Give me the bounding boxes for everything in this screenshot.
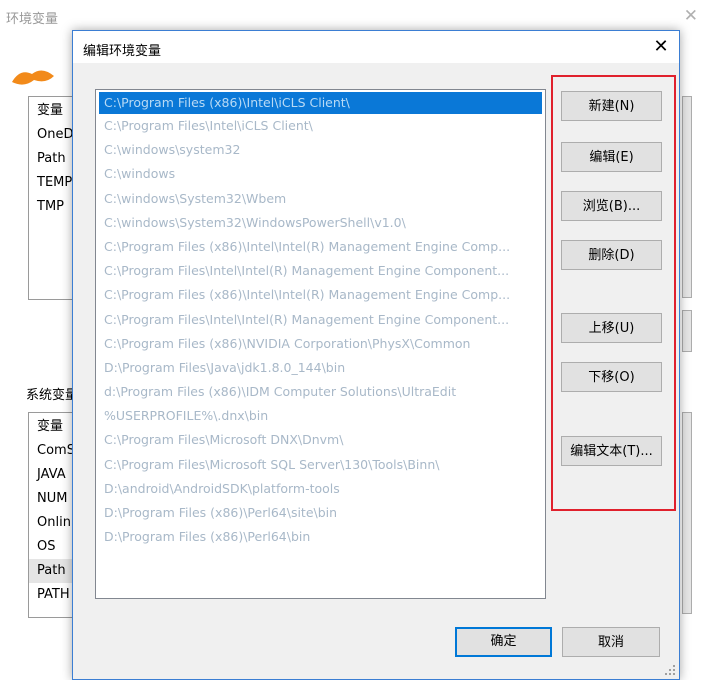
edit-environment-variable-dialog: 编辑环境变量 ✕ C:\Program Files (x86)\Intel\iC… [72,30,680,680]
move-up-button[interactable]: 上移(U) [561,313,662,343]
move-down-button[interactable]: 下移(O) [561,362,662,392]
list-item[interactable]: D:\android\AndroidSDK\platform-tools [96,477,545,501]
list-item[interactable]: OneD [29,123,77,147]
list-item[interactable]: Path [29,147,77,171]
new-button[interactable]: 新建(N) [561,91,662,121]
browse-button[interactable]: 浏览(B)... [561,191,662,221]
list-item[interactable]: C:\Program Files (x86)\Intel\Intel(R) Ma… [96,235,545,259]
column-header-variable[interactable]: 变量 [29,97,77,123]
list-item[interactable]: d:\Program Files (x86)\IDM Computer Solu… [96,380,545,404]
column-header-variable[interactable]: 变量 [29,413,77,439]
list-item[interactable]: C:\Program Files (x86)\NVIDIA Corporatio… [96,332,545,356]
edit-button[interactable]: 编辑(E) [561,142,662,172]
system-variables-label: 系统变量 [26,388,79,403]
list-item[interactable]: C:\windows\System32\Wbem [96,187,545,211]
list-item[interactable]: C:\Program Files\Microsoft SQL Server\13… [96,453,545,477]
list-item[interactable]: JAVA [29,463,77,487]
system-variables-list[interactable]: 变量 ComS JAVA NUM Onlin OS Path PATH [28,412,78,618]
close-icon[interactable]: ✕ [643,31,679,63]
list-item[interactable]: D:\Program Files (x86)\Perl64\site\bin [96,501,545,525]
scrollbar-fragment[interactable] [682,96,692,298]
list-item[interactable]: TEMP [29,171,77,195]
list-item[interactable]: C:\Program Files (x86)\Intel\Intel(R) Ma… [96,283,545,307]
dialog-titlebar[interactable]: 编辑环境变量 ✕ [73,31,679,63]
window-title: 环境变量 [6,12,59,27]
list-item[interactable]: ComS [29,439,77,463]
list-item[interactable]: D:\Program Files (x86)\Perl64\bin [96,525,545,549]
list-item[interactable]: C:\Program Files\Microsoft DNX\Dnvm\ [96,428,545,452]
list-item[interactable]: C:\windows [96,162,545,186]
list-item[interactable]: %USERPROFILE%\.dnx\bin [96,404,545,428]
cancel-button[interactable]: 取消 [562,627,660,657]
list-item[interactable]: TMP [29,195,77,219]
list-item[interactable]: C:\Program Files\Intel\Intel(R) Manageme… [96,308,545,332]
list-item[interactable]: C:\Program Files\Intel\iCLS Client\ [96,114,545,138]
list-item[interactable]: C:\Program Files (x86)\Intel\iCLS Client… [99,92,542,114]
list-item[interactable]: Path [29,559,77,583]
list-item[interactable]: Onlin [29,511,77,535]
list-item[interactable]: PATH [29,583,77,607]
scrollbar-fragment[interactable] [682,412,692,614]
close-icon[interactable]: ✕ [684,6,698,26]
path-entries-list[interactable]: C:\Program Files (x86)\Intel\iCLS Client… [95,89,546,599]
list-item[interactable]: C:\windows\system32 [96,138,545,162]
list-item[interactable]: NUM [29,487,77,511]
list-item[interactable]: C:\Program Files\Intel\Intel(R) Manageme… [96,259,545,283]
list-item[interactable]: D:\Program Files\Java\jdk1.8.0_144\bin [96,356,545,380]
dialog-title: 编辑环境变量 [83,44,162,59]
edit-text-button[interactable]: 编辑文本(T)... [561,436,662,466]
delete-button[interactable]: 删除(D) [561,240,662,270]
redaction-mark [12,70,54,85]
list-item[interactable]: OS [29,535,77,559]
list-item[interactable]: C:\windows\System32\WindowsPowerShell\v1… [96,211,545,235]
user-variables-list[interactable]: 变量 OneD Path TEMP TMP [28,96,78,300]
resize-grip-icon[interactable] [664,664,676,676]
scrollbar-fragment[interactable] [682,310,692,352]
ok-button[interactable]: 确定 [455,627,552,657]
